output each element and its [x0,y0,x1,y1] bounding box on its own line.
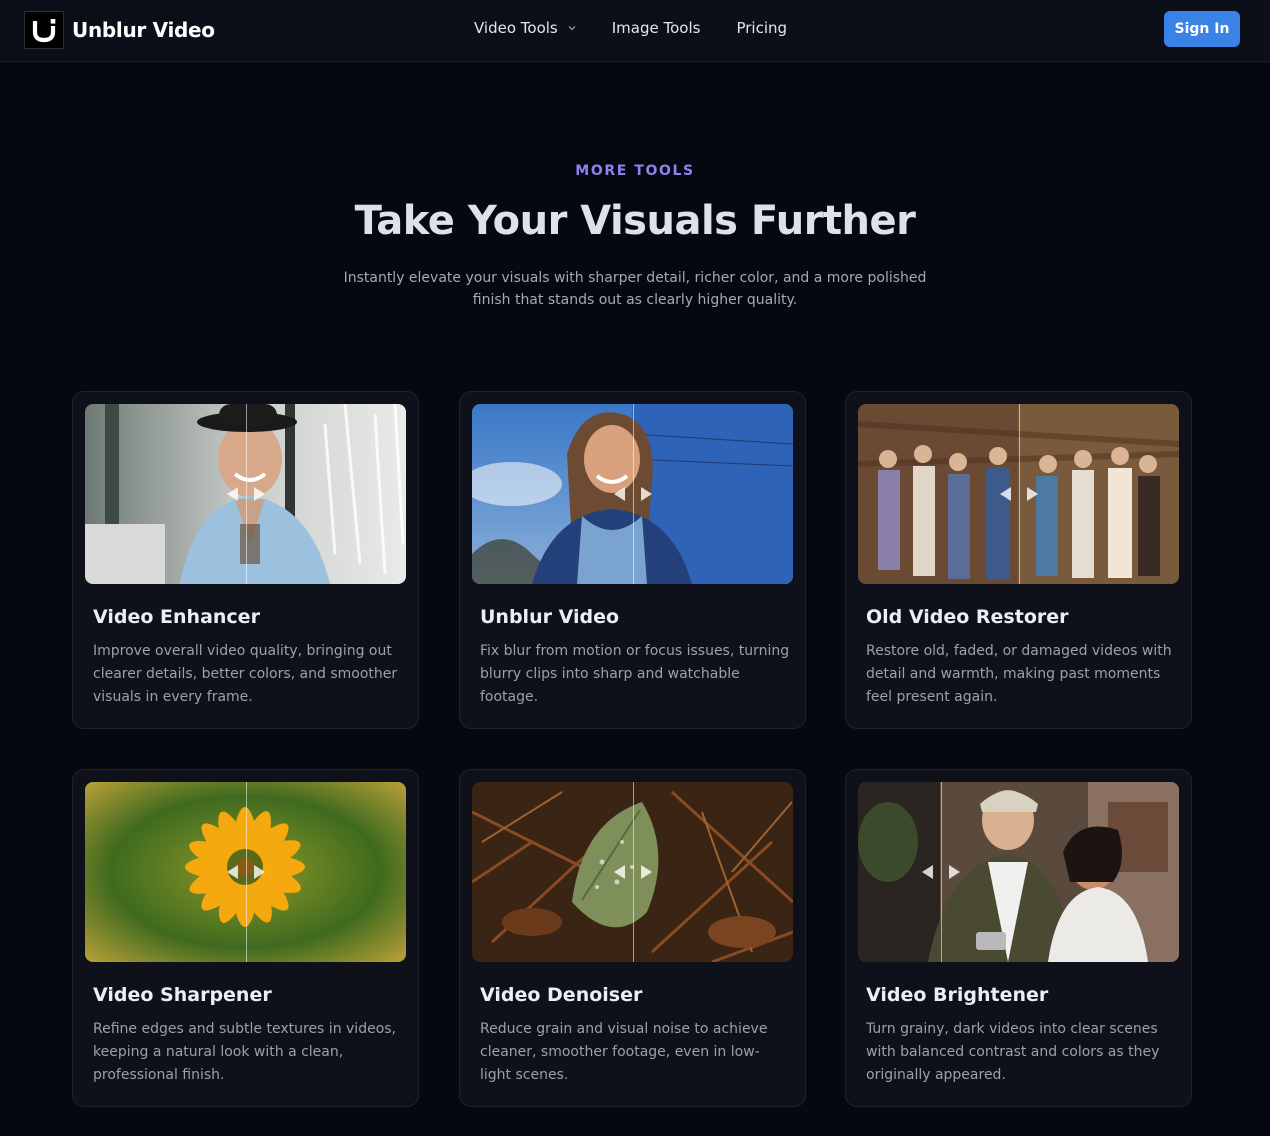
card-title: Video Denoiser [480,984,643,1006]
arrow-right-icon [949,865,961,879]
tool-card-unblur-video[interactable]: Unblur Video Fix blur from motion or foc… [459,391,806,729]
comparison-slider-handle[interactable] [999,487,1038,501]
comparison-slider-handle[interactable] [613,487,652,501]
subtitle-line-2: finish that stands out as clearly higher… [472,292,798,308]
chevron-down-icon [568,26,576,31]
card-description: Refine edges and subtle textures in vide… [93,1021,397,1083]
arrow-left-icon [613,865,625,879]
subtitle-line-1: Instantly elevate your visuals with shar… [343,270,927,286]
card-title: Video Enhancer [93,606,260,628]
brand-logo-link[interactable]: Unblur Video [24,11,215,49]
arrow-left-icon [226,865,238,879]
arrow-right-icon [640,487,652,501]
before-after-thumbnail [472,782,793,962]
section-subtitle: Instantly elevate your visuals with shar… [335,267,935,311]
comparison-slider-handle[interactable] [922,865,961,879]
arrow-right-icon [640,865,652,879]
tool-card-old-video-restorer[interactable]: Old Video Restorer Restore old, faded, o… [845,391,1192,729]
card-description: Fix blur from motion or focus issues, tu… [480,643,790,705]
main-nav: Video Tools Image Tools Pricing [474,19,787,37]
arrow-right-icon [253,865,265,879]
nav-video-tools[interactable]: Video Tools [474,19,576,37]
arrow-left-icon [613,487,625,501]
sign-in-button[interactable]: Sign In [1164,11,1240,47]
nav-video-tools-label: Video Tools [474,19,558,37]
before-after-thumbnail [85,404,406,584]
card-description: Improve overall video quality, bringing … [93,643,398,705]
card-title: Video Sharpener [93,984,272,1006]
tool-card-video-enhancer[interactable]: Video Enhancer Improve overall video qua… [72,391,419,729]
tool-card-video-denoiser[interactable]: Video Denoiser Reduce grain and visual n… [459,769,806,1107]
comparison-slider-handle[interactable] [613,865,652,879]
nav-pricing[interactable]: Pricing [736,19,787,37]
card-title: Old Video Restorer [866,606,1069,628]
arrow-left-icon [226,487,238,501]
logo-icon [24,11,64,49]
arrow-right-icon [1026,487,1038,501]
section-title: Take Your Visuals Further [354,198,916,244]
arrow-left-icon [922,865,934,879]
comparison-slider-handle[interactable] [226,865,265,879]
tool-card-video-sharpener[interactable]: Video Sharpener Refine edges and subtle … [72,769,419,1107]
before-after-thumbnail [858,404,1179,584]
top-navigation-bar: Unblur Video Video Tools Image Tools Pri… [0,0,1270,62]
before-after-thumbnail [85,782,406,962]
brand-name: Unblur Video [72,18,215,42]
nav-pricing-label: Pricing [736,19,788,37]
nav-image-tools[interactable]: Image Tools [612,19,701,37]
before-after-thumbnail [472,404,793,584]
comparison-slider-handle[interactable] [226,487,265,501]
arrow-right-icon [253,487,265,501]
card-description: Turn grainy, dark videos into clear scen… [866,1021,1160,1083]
card-description: Reduce grain and visual noise to achieve… [480,1021,768,1083]
card-title: Unblur Video [480,606,620,628]
card-description: Restore old, faded, or damaged videos wi… [866,643,1172,705]
nav-image-tools-label: Image Tools [611,19,701,37]
section-eyebrow: MORE TOOLS [575,163,695,179]
arrow-left-icon [999,487,1011,501]
before-after-thumbnail [858,782,1179,962]
card-title: Video Brightener [866,984,1049,1006]
tool-card-video-brightener[interactable]: Video Brightener Turn grainy, dark video… [845,769,1192,1107]
